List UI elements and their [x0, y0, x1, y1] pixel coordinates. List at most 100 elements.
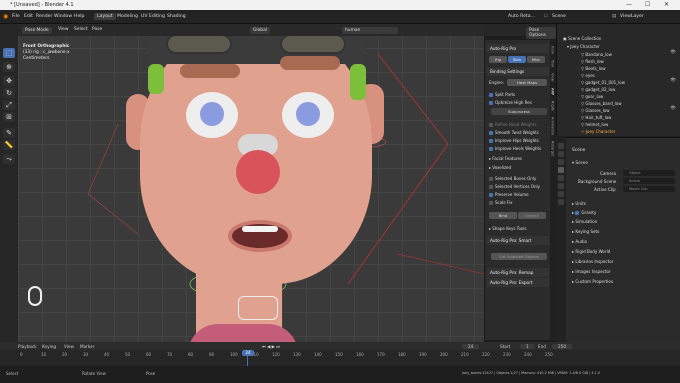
scene-props-icon[interactable] [558, 167, 564, 173]
section-simulation[interactable]: ▸ Simulation [572, 219, 597, 224]
facial-features-toggle[interactable]: ▸ Facial Features [489, 156, 522, 161]
bone-search-input[interactable]: human [342, 27, 398, 34]
tab-rig[interactable]: Rig [489, 56, 507, 63]
tab-shading[interactable]: Shading [164, 13, 189, 20]
rotate-tool-icon[interactable]: ↻ [3, 88, 15, 98]
outliner-item[interactable]: ▽ flesh_low [581, 59, 604, 64]
pose-tool-icon[interactable]: ⤳ [3, 154, 15, 164]
panel-title[interactable]: Auto-Rig Pro [487, 44, 549, 53]
menu-window[interactable]: Window [54, 14, 72, 19]
tab-misc[interactable]: Misc [527, 56, 545, 63]
outliner-item[interactable]: ⚇ Joey Character [581, 129, 615, 134]
export-header[interactable]: Auto-Rig Pro: Export [487, 278, 549, 287]
close-button[interactable]: ✕ [664, 1, 669, 8]
start-frame-field[interactable]: 1 [520, 343, 535, 349]
engine-select[interactable]: Heat Maps [507, 79, 547, 86]
background-scene-field[interactable]: Scene [623, 178, 675, 184]
subprocess-button[interactable]: Subprocess [491, 108, 547, 115]
opt-scale-fix[interactable]: Scale Fix [489, 200, 513, 205]
shape-keys-tools-toggle[interactable]: ▸ Shape Keys Tools [489, 226, 527, 231]
section-libraries-inspector[interactable]: ▸ Libraries Inspector [572, 259, 613, 264]
tool-props-icon[interactable] [558, 143, 564, 149]
menu-pose[interactable]: Pose [92, 27, 102, 32]
section-keying-sets[interactable]: ▸ Keying Sets [572, 229, 599, 234]
section-rigid-body-world[interactable]: ▸ Rigid Body World [572, 249, 610, 254]
outliner-item[interactable]: ▽ gadget_01_001_low [581, 80, 625, 85]
scene-selector[interactable]: Scene [552, 14, 566, 19]
menu-file[interactable]: File [12, 14, 20, 19]
data-props-icon[interactable] [558, 199, 564, 205]
section-images-inspector[interactable]: ▸ Images Inspector [572, 269, 611, 274]
menu-help[interactable]: Help [74, 14, 84, 19]
menu-edit[interactable]: Edit [24, 14, 33, 19]
menu-view-timeline[interactable]: View [64, 344, 74, 349]
move-tool-icon[interactable]: ✥ [3, 76, 15, 86]
outliner-collection[interactable]: ▾ Joey Character [567, 44, 600, 49]
opt-refine-head[interactable]: Refine Head Weights [489, 122, 537, 127]
outliner-item[interactable]: ▽ eyes [581, 73, 595, 78]
section-custom-properties[interactable]: ▸ Custom Properties [572, 279, 613, 284]
outliner-item[interactable]: ▽ Hair_tuft_low [581, 115, 611, 120]
opt-improve-heels[interactable]: Improve Heels Weights [489, 146, 541, 151]
sidebar-tab-view[interactable]: View [551, 73, 555, 82]
visibility-eye-icon[interactable]: 👁 [670, 50, 676, 55]
menu-playback[interactable]: Playback [18, 344, 37, 349]
blender-logo-icon[interactable]: ◉ [3, 13, 8, 20]
active-clip-field[interactable]: Movie Clip [623, 186, 675, 192]
modifier-props-icon[interactable] [558, 191, 564, 197]
sidebar-tab-retarget[interactable]: Retarget [551, 141, 555, 156]
section-scene[interactable]: ▾ Scene [572, 160, 588, 165]
binding-settings-header[interactable]: Binding Settings [487, 67, 549, 76]
visibility-eye-icon[interactable]: 👁 [670, 78, 676, 83]
orientation-selector[interactable]: Global [250, 27, 271, 34]
maximize-button[interactable]: ☐ [645, 1, 650, 8]
opt-smooth-twist[interactable]: Smooth Twist Weights [489, 130, 539, 135]
opt-optimize-high-res[interactable]: Optimize High Res [489, 100, 532, 105]
outliner-item[interactable]: ▽ gadget_02_low [581, 87, 615, 92]
view-layer-selector[interactable]: ViewLayer [620, 14, 644, 19]
unbind-button[interactable]: Unbind [518, 212, 546, 219]
3d-viewport[interactable] [18, 24, 484, 342]
annotate-tool-icon[interactable]: ✎ [3, 128, 15, 138]
menu-view[interactable]: View [58, 27, 68, 32]
transform-tool-icon[interactable]: ⊞ [3, 112, 15, 122]
pose-options-button[interactable]: Pose Options [526, 27, 556, 39]
current-frame-field[interactable]: 24 [462, 343, 480, 349]
voxelized-toggle[interactable]: ▸ Voxelized [489, 165, 511, 170]
scale-tool-icon[interactable]: ⤢ [3, 100, 15, 110]
menu-select[interactable]: Select [74, 27, 88, 32]
sidebar-tab-item[interactable]: Item [551, 46, 555, 54]
object-props-icon[interactable] [558, 183, 564, 189]
mode-selector[interactable]: Pose Mode [22, 27, 52, 34]
section-audio[interactable]: ▸ Audio [572, 239, 587, 244]
render-props-icon[interactable] [558, 151, 564, 157]
section-units[interactable]: ▸ Units [572, 201, 586, 206]
visibility-eye-icon[interactable]: 👁 [670, 106, 676, 111]
world-props-icon[interactable] [558, 175, 564, 181]
sidebar-tab-rigify[interactable]: Rigify [551, 101, 555, 111]
opt-selected-bones[interactable]: Selected Bones Only [489, 176, 536, 181]
camera-field[interactable]: Object [623, 170, 675, 176]
outliner-item[interactable]: ▽ Boots_low [581, 66, 605, 71]
addon-label[interactable]: Auto Reta... [508, 14, 535, 19]
section-gravity[interactable]: ▸ Gravity [572, 210, 596, 215]
smart-header[interactable]: Auto-Rig Pro: Smart [487, 236, 549, 245]
output-props-icon[interactable] [558, 159, 564, 165]
end-frame-field[interactable]: 250 [552, 343, 572, 349]
menu-keying[interactable]: Keying [42, 344, 56, 349]
outliner-item[interactable]: ▽ Glasses_low [581, 108, 610, 113]
menu-render[interactable]: Render [36, 14, 52, 19]
measure-tool-icon[interactable]: 📏 [3, 140, 15, 150]
cursor-tool-icon[interactable]: ⊕ [3, 62, 15, 72]
opt-split-parts[interactable]: Split Parts [489, 92, 515, 97]
jaw-bone-control[interactable] [238, 296, 278, 320]
outliner-item[interactable]: ▽ Glasses_band_low [581, 101, 622, 106]
menu-marker[interactable]: Marker [80, 344, 94, 349]
bind-button[interactable]: Bind [489, 212, 517, 219]
sidebar-tab-arp[interactable]: ARP [551, 88, 555, 95]
tab-layout[interactable]: Layout [94, 13, 116, 20]
select-box-tool-icon[interactable]: ⬚ [3, 48, 15, 58]
playhead[interactable]: 24 [242, 350, 254, 356]
minimize-button[interactable]: — [626, 1, 632, 8]
tab-modeling[interactable]: Modeling [114, 13, 141, 20]
